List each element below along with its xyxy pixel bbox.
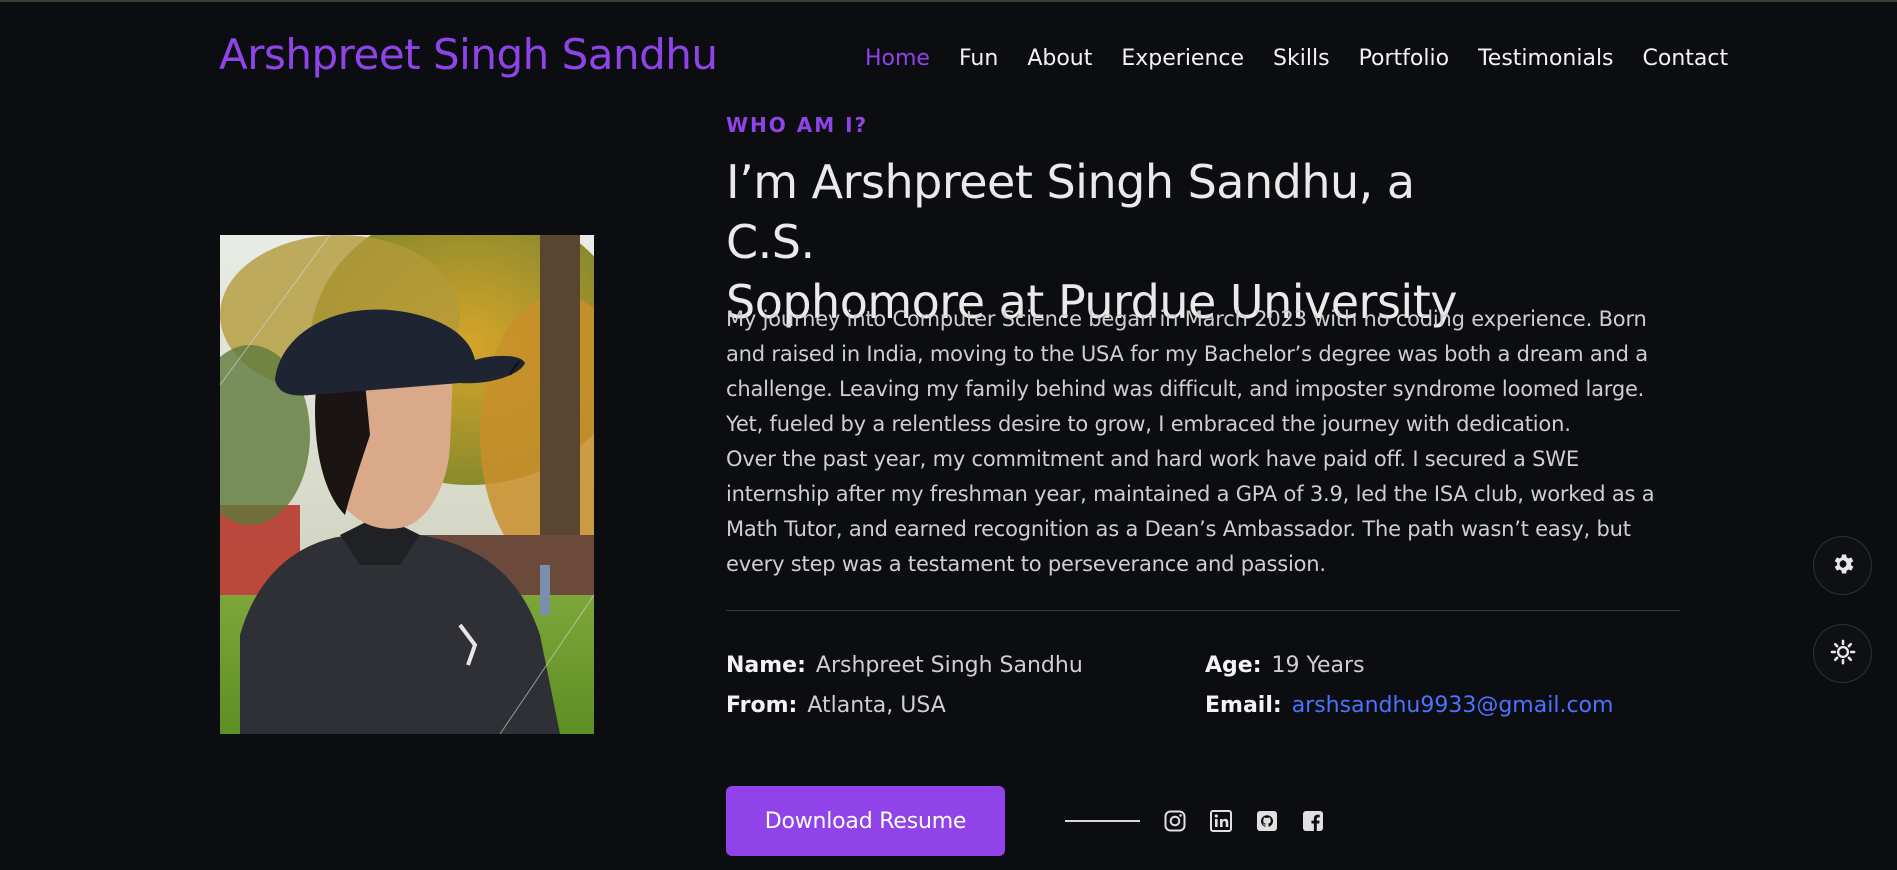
- settings-button[interactable]: [1813, 536, 1872, 595]
- nav-testimonials[interactable]: Testimonials: [1478, 46, 1613, 71]
- email-link[interactable]: arshsandhu9933@gmail.com: [1292, 693, 1614, 718]
- top-border: [0, 0, 1897, 2]
- from-value: Atlanta, USA: [807, 693, 946, 718]
- nav-home[interactable]: Home: [865, 46, 930, 71]
- linkedin-icon[interactable]: [1208, 808, 1234, 834]
- main-nav: Home Fun About Experience Skills Portfol…: [865, 46, 1728, 71]
- nav-fun[interactable]: Fun: [959, 46, 998, 71]
- section-kicker: WHO AM I?: [726, 113, 869, 137]
- gear-icon: [1830, 551, 1856, 581]
- email-label: Email:: [1205, 693, 1282, 718]
- download-resume-button[interactable]: Download Resume: [726, 786, 1005, 856]
- facebook-icon[interactable]: [1300, 808, 1326, 834]
- detail-email: Email: arshsandhu9933@gmail.com: [1205, 693, 1613, 718]
- instagram-icon[interactable]: [1162, 808, 1188, 834]
- nav-about[interactable]: About: [1027, 46, 1092, 71]
- nav-experience[interactable]: Experience: [1121, 46, 1244, 71]
- nav-portfolio[interactable]: Portfolio: [1359, 46, 1450, 71]
- detail-age: Age: 19 Years: [1205, 653, 1365, 678]
- name-label: Name:: [726, 653, 806, 678]
- sun-icon: [1829, 638, 1857, 670]
- about-bio: My journey into Computer Science began i…: [726, 302, 1686, 582]
- section-divider: [726, 610, 1680, 611]
- social-divider: [1065, 820, 1140, 822]
- detail-from: From: Atlanta, USA: [726, 693, 946, 718]
- github-icon[interactable]: [1254, 808, 1280, 834]
- age-value: 19 Years: [1271, 653, 1365, 678]
- profile-photo: [220, 235, 594, 734]
- bio-paragraph-1: My journey into Computer Science began i…: [726, 307, 1648, 436]
- nav-skills[interactable]: Skills: [1273, 46, 1330, 71]
- theme-toggle-button[interactable]: [1813, 624, 1872, 683]
- site-brand[interactable]: Arshpreet Singh Sandhu: [219, 30, 718, 79]
- bio-paragraph-2: Over the past year, my commitment and ha…: [726, 447, 1655, 576]
- age-label: Age:: [1205, 653, 1262, 678]
- headline-line-1: I’m Arshpreet Singh Sandhu, a C.S.: [726, 155, 1415, 269]
- from-label: From:: [726, 693, 798, 718]
- detail-name: Name: Arshpreet Singh Sandhu: [726, 653, 1083, 678]
- name-value: Arshpreet Singh Sandhu: [815, 653, 1083, 678]
- nav-contact[interactable]: Contact: [1643, 46, 1729, 71]
